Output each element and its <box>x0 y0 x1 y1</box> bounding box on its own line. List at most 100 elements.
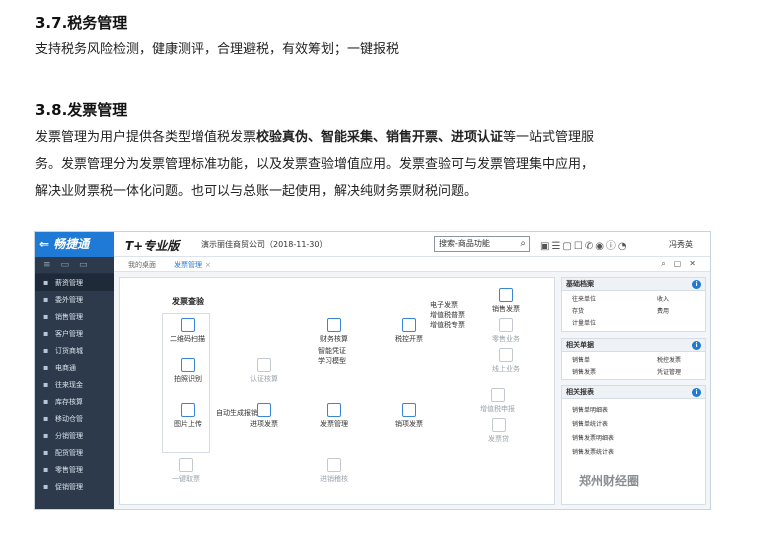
finance-node[interactable]: 财务核算 <box>320 318 348 344</box>
body-line-1: 发票管理为用户提供各类型增值税发票校验真伪、智能采集、销售开票、进项认证等一站式… <box>35 130 595 145</box>
watermark: 郑州财经圈 <box>579 474 640 488</box>
audit-icon <box>327 458 341 472</box>
panel-item[interactable]: 销售单 <box>572 355 590 364</box>
sidebar-item[interactable]: ▪ 促销管理 <box>35 478 114 495</box>
product-name: T+专业版 <box>125 239 180 253</box>
camera-icon <box>181 358 195 372</box>
tab-invoice[interactable]: 发票管理 × <box>174 260 211 270</box>
sidebar-item-label: 配货管理 <box>55 449 83 457</box>
sidebar-item[interactable]: ▪ 分销管理 <box>35 427 114 444</box>
brand-logo: ⇐ 畅捷通 <box>35 232 114 257</box>
panel-item[interactable]: 计量单位 <box>572 318 596 327</box>
smart-node: 智能凭证 学习模型 <box>318 347 346 365</box>
menu-icon: ▪ <box>43 448 49 457</box>
toolbar-icons[interactable]: ▣☰▢☐✆◉ⓘ◔ <box>540 237 629 252</box>
menu-icon: ▪ <box>43 278 49 287</box>
verify-node[interactable]: 认证核算 <box>250 358 278 384</box>
sidebar-item[interactable]: ▪ 零售管理 <box>35 461 114 478</box>
sidebar-item[interactable]: ▪ 薪资管理 <box>35 274 114 291</box>
panel-item[interactable]: 税控发票 <box>657 355 681 364</box>
sidebar-item[interactable]: ▪ 委外管理 <box>35 291 114 308</box>
sidebar-item[interactable]: ▪ 配货管理 <box>35 444 114 461</box>
sidebar-item-label: 促销管理 <box>55 483 83 491</box>
sidebar-item[interactable]: ▪ 销售管理 <box>35 308 114 325</box>
tab-bar: 我的桌面 发票管理 × ⌕▢✕ <box>114 257 710 272</box>
einvoice-node: 电子发票 增值税普票 增值税专票 <box>430 301 465 329</box>
invoice-icon <box>327 403 341 417</box>
tax-node[interactable]: 税控开票 <box>395 318 423 344</box>
sidebar-item[interactable]: ▪ 订货商城 <box>35 342 114 359</box>
panel-reports-title: 相关报表 i <box>562 386 705 399</box>
panel-docs: 相关单据 i 销售单 税控发票 销售发票 凭证管理 <box>561 338 706 380</box>
inv-mgmt-node[interactable]: 发票管理 <box>320 403 348 429</box>
ticket-icon <box>179 458 193 472</box>
verify-icon <box>257 358 271 372</box>
panel-item[interactable]: 凭证管理 <box>657 367 681 376</box>
sidebar: ≡▭▭ ▪ 薪资管理 ▪ 委外管理 ▪ 销售管理 ▪ 客户管理 ▪ 订货商城 ▪ 电商通 ▪ 往来现金 ▪ 库… <box>35 257 114 509</box>
panel-basic: 基础档案 i 往来单位 收入 存货 费用 计量单位 <box>561 277 706 332</box>
photo-node[interactable]: 拍照识别 <box>174 358 202 384</box>
sidebar-item-label: 零售管理 <box>55 466 83 474</box>
panel-item[interactable]: 费用 <box>657 306 669 315</box>
section-3-8-body: 发票管理为用户提供各类型增值税发票校验真伪、智能采集、销售开票、进项认证等一站式… <box>35 124 725 205</box>
section-3-7-title: 3.7.税务管理 <box>35 14 128 32</box>
out-invoice-icon <box>402 403 416 417</box>
sidebar-item[interactable]: ▪ 库存核算 <box>35 393 114 410</box>
username[interactable]: 冯秀英 <box>669 239 693 250</box>
panel-item[interactable]: 销售发票 <box>572 367 596 376</box>
check-title: 发票查验 <box>172 297 204 306</box>
app-topbar: ⇐ 畅捷通 T+专业版 演示丽佳商贸公司（2018-11-30） 搜索-商品功能… <box>35 232 710 257</box>
sidebar-item-label: 薪资管理 <box>55 279 83 287</box>
panel-item[interactable]: 销售发票明细表 <box>572 433 614 442</box>
panel-item[interactable]: 往来单位 <box>572 294 596 303</box>
loan-node[interactable]: 发票贷 <box>488 418 509 444</box>
in-inv-node[interactable]: 进项发票 <box>250 403 278 429</box>
sidebar-item[interactable]: ▪ 移动仓管 <box>35 410 114 427</box>
sidebar-item[interactable]: ▪ 客户管理 <box>35 325 114 342</box>
in-invoice-icon <box>257 403 271 417</box>
retail-icon <box>499 318 513 332</box>
panel-docs-title: 相关单据 i <box>562 339 705 352</box>
body-line-2: 务。发票管理分为发票管理标准功能，以及发票查验增值应用。发票查验可与发票管理集中… <box>35 157 595 172</box>
out-inv-node[interactable]: 销项发票 <box>395 403 423 429</box>
panel-item[interactable]: 收入 <box>657 294 669 303</box>
one-key-node[interactable]: 一键取票 <box>172 458 200 484</box>
sidebar-list: ▪ 薪资管理 ▪ 委外管理 ▪ 销售管理 ▪ 客户管理 ▪ 订货商城 ▪ 电商通 ▪ 往来现金 ▪ 库存核算 ▪… <box>35 274 114 495</box>
online-icon <box>499 348 513 362</box>
sidebar-item-label: 客户管理 <box>55 330 83 338</box>
panel-item[interactable]: 销售单统计表 <box>572 419 608 428</box>
sales-invoice-icon <box>499 288 513 302</box>
retail-node[interactable]: 零售业务 <box>492 318 520 344</box>
vat-node[interactable]: 增值税申报 <box>480 388 515 414</box>
process-flow: 发票查验 二维码扫描 拍照识别 图片上传 自动生成报销 财务核算 智能凭证 学习… <box>119 277 555 505</box>
panel-item[interactable]: 销售发票统计表 <box>572 447 614 456</box>
search-icon[interactable]: ⌕ <box>520 237 526 251</box>
upload-node[interactable]: 图片上传 <box>174 403 202 429</box>
menu-icon: ▪ <box>43 329 49 338</box>
sidebar-item-label: 电商通 <box>55 364 76 372</box>
vat-icon <box>490 388 505 402</box>
sidebar-toolbar[interactable]: ≡▭▭ <box>35 257 114 274</box>
menu-icon: ▪ <box>43 380 49 389</box>
tab-desk[interactable]: 我的桌面 <box>128 260 156 270</box>
sidebar-item-label: 往来现金 <box>55 381 83 389</box>
menu-icon: ▪ <box>43 397 49 406</box>
online-node[interactable]: 线上业务 <box>492 348 520 374</box>
search-input[interactable]: 搜索-商品功能 ⌕ <box>434 236 530 252</box>
invoice-management-screenshot: ⇐ 畅捷通 T+专业版 演示丽佳商贸公司（2018-11-30） 搜索-商品功能… <box>34 231 711 510</box>
menu-icon: ▪ <box>43 414 49 423</box>
sales-inv-node[interactable]: 销售发票 <box>492 288 520 314</box>
panel-item[interactable]: 存货 <box>572 306 584 315</box>
sidebar-item[interactable]: ▪ 往来现金 <box>35 376 114 393</box>
panel-item[interactable]: 销售单明细表 <box>572 405 608 414</box>
audit-node[interactable]: 进销稽核 <box>320 458 348 484</box>
sidebar-item-label: 分销管理 <box>55 432 83 440</box>
sidebar-item[interactable]: ▪ 电商通 <box>35 359 114 376</box>
body-line-3: 解决业财票税一体化问题。也可以与总账一起使用，解决纯财务票财税问题。 <box>35 184 478 199</box>
menu-icon: ▪ <box>43 465 49 474</box>
image-icon <box>181 403 195 417</box>
loan-icon <box>491 418 506 432</box>
window-controls[interactable]: ⌕▢✕ <box>661 259 704 269</box>
section-3-8-title: 3.8.发票管理 <box>35 101 128 119</box>
qr-node[interactable]: 二维码扫描 <box>170 318 205 344</box>
